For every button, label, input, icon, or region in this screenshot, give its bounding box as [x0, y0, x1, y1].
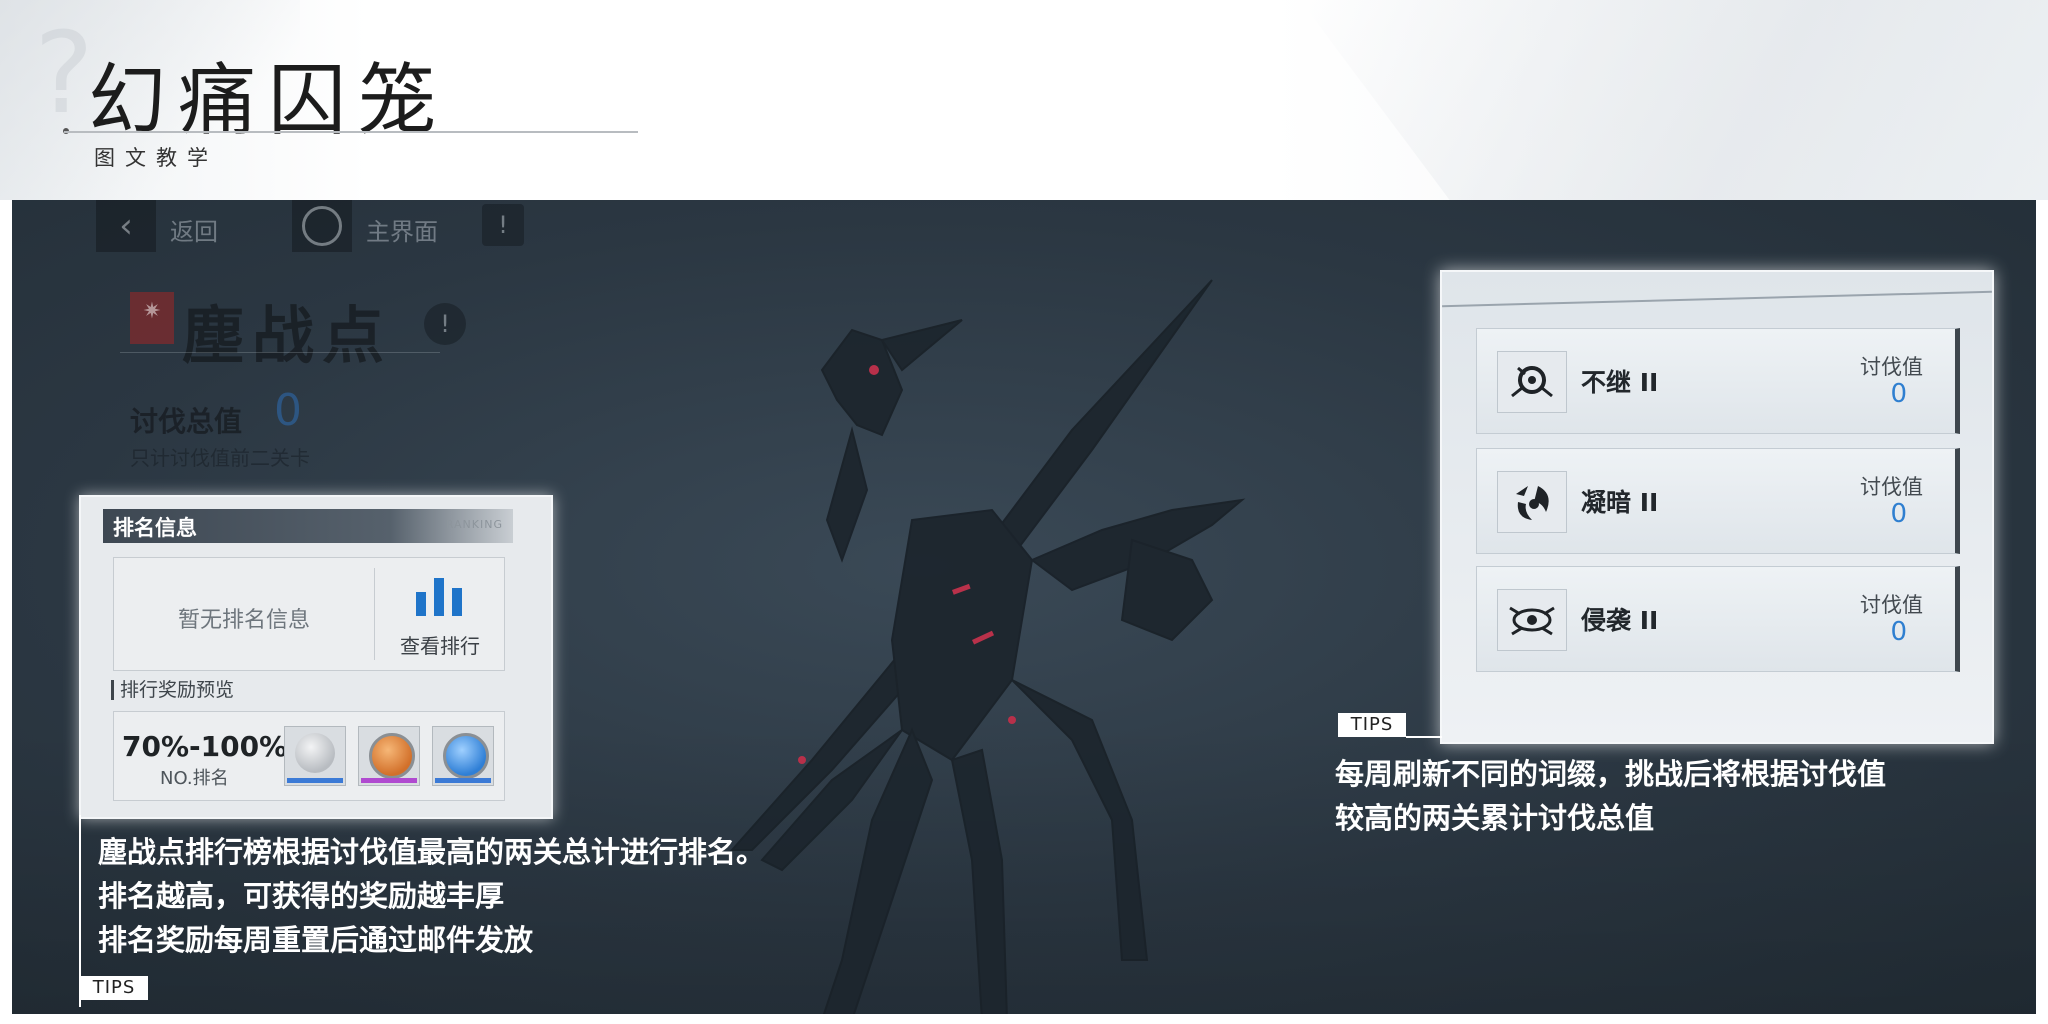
caption-line: 较高的两关累计讨伐总值: [1335, 801, 1655, 835]
page-title: 幻痛囚笼: [88, 56, 449, 146]
stage-name: 塵战点: [182, 299, 393, 372]
affix-name: 凝暗 II: [1581, 488, 1659, 517]
affix-value-label: 讨伐值: [1860, 355, 1923, 379]
home-label: 主界面: [366, 218, 438, 246]
chevron-left-icon: ‹: [119, 206, 133, 246]
home-button[interactable]: [292, 200, 352, 252]
info-icon[interactable]: !: [482, 204, 524, 246]
tips-tag: TIPS: [1338, 713, 1406, 737]
ranking-title-bar: 排名信息 RANKING: [103, 509, 513, 543]
affix-panel: 不继 II 讨伐值 0 凝暗 II 讨伐值 0 侵袭 II 讨伐值 0: [1440, 270, 1994, 744]
affix-value-label: 讨伐值: [1860, 593, 1923, 617]
ranking-caption: 塵战点排行榜根据讨伐值最高的两关总计进行排名。 排名越高，可获得的奖励越丰厚 排…: [98, 830, 765, 962]
bar-chart-icon: [416, 578, 462, 616]
reward-range: 70%-100%: [122, 730, 288, 763]
rarity-strip: [287, 778, 343, 783]
affix-caption: 每周刷新不同的词缀，挑战后将根据讨伐值 较高的两关累计讨伐总值: [1335, 752, 1886, 840]
page-subtitle: 图文教学: [94, 146, 218, 170]
back-button[interactable]: ‹: [96, 200, 156, 252]
ranking-info-panel: 排名信息 RANKING 暂无排名信息 查看排行 排行奖励预览 70%-100%…: [79, 495, 553, 819]
affix-value: 0: [1890, 379, 1907, 409]
panel-top-line: [1442, 290, 1992, 308]
skull-item-icon: [295, 733, 335, 773]
orange-coin-icon: [369, 733, 415, 779]
stage-name-underline: [120, 352, 440, 353]
reward-rank-label: NO.排名: [160, 768, 229, 789]
total-note: 只计讨伐值前二关卡: [130, 446, 310, 470]
reward-item-skull[interactable]: [284, 726, 346, 786]
game-screenshot: ‹ 返回 主界面 ! ✷ 塵战点 ! 讨伐总值 0 只计讨伐值前二关卡 排名信息…: [12, 200, 2036, 1014]
rarity-strip: [435, 778, 491, 783]
ranking-tag: RANKING: [445, 518, 503, 531]
tips-connector-line: [1406, 736, 1442, 738]
blue-coin-icon: [443, 733, 489, 779]
ranking-status-box: 暂无排名信息 查看排行: [113, 557, 505, 671]
caption-line: 每周刷新不同的词缀，挑战后将根据讨伐值: [1335, 757, 1887, 791]
affix-name: 不继 II: [1581, 368, 1659, 397]
total-label: 讨伐总值: [130, 405, 243, 438]
caption-line: 塵战点排行榜根据讨伐值最高的两关总计进行排名。: [98, 835, 766, 869]
affix-card[interactable]: 凝暗 II 讨伐值 0: [1476, 448, 1960, 554]
affix-card[interactable]: 侵袭 II 讨伐值 0: [1476, 566, 1960, 672]
title-divider: [64, 131, 638, 133]
affix-name: 侵袭 II: [1581, 606, 1659, 635]
caption-line: 排名越高，可获得的奖励越丰厚: [98, 879, 505, 913]
caption-line: 排名奖励每周重置后通过邮件发放: [98, 923, 534, 957]
affix-value: 0: [1890, 499, 1907, 529]
reward-item-orange-coin[interactable]: [358, 726, 420, 786]
affix-card[interactable]: 不继 II 讨伐值 0: [1476, 328, 1960, 434]
back-label: 返回: [170, 218, 218, 246]
total-value: 0: [274, 385, 302, 436]
tips-tag: TIPS: [80, 976, 148, 1000]
rarity-strip: [361, 778, 417, 783]
stage-flag-icon: ✷: [130, 292, 174, 344]
dark-affix-icon: [1497, 471, 1567, 533]
view-ranking-button[interactable]: 查看排行: [376, 630, 504, 659]
ranking-box-divider: [374, 568, 375, 660]
affix-value: 0: [1890, 617, 1907, 647]
reward-item-blue-coin[interactable]: [432, 726, 494, 786]
break-affix-icon: [1497, 351, 1567, 413]
reward-preview-row: 70%-100% NO.排名: [113, 711, 505, 801]
reward-preview-label: 排行奖励预览: [111, 680, 234, 700]
stage-info-icon[interactable]: !: [424, 303, 466, 345]
no-rank-text: 暂无排名信息: [177, 608, 310, 633]
raid-affix-icon: [1497, 589, 1567, 651]
affix-value-label: 讨伐值: [1860, 475, 1923, 499]
home-circle-icon: [302, 206, 342, 246]
ranking-title: 排名信息: [113, 516, 197, 540]
